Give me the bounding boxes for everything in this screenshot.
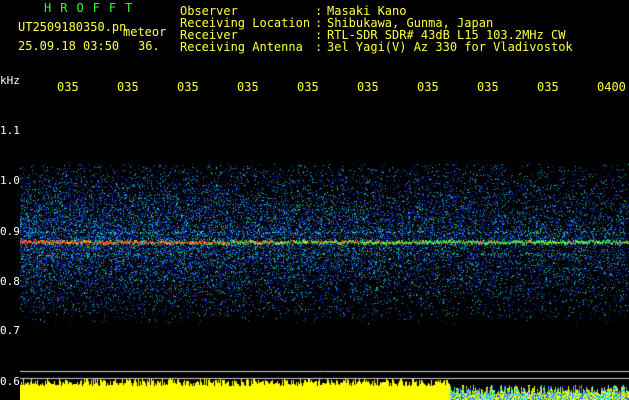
x-tick-7: 035	[417, 80, 439, 94]
y-tick-0-9: 0.9	[0, 225, 20, 238]
info-value-antenna: 3el Yagi(V) Az 330 for Vladivostok	[327, 40, 573, 54]
meteor-count: 36.	[138, 39, 160, 53]
timestamp: 25.09.18 03:50	[18, 39, 120, 53]
x-tick-9: 035	[537, 80, 559, 94]
y-tick-1-0: 1.0	[0, 174, 20, 187]
y-tick-0-7: 0.7	[0, 324, 20, 337]
x-tick-6: 035	[357, 80, 379, 94]
x-tick-4: 035	[237, 80, 259, 94]
x-tick-3: 035	[177, 80, 199, 94]
x-tick-2: 035	[117, 80, 139, 94]
app-title: HROFFT	[44, 1, 142, 15]
y-tick-0-8: 0.8	[0, 275, 20, 288]
x-tick-10: 0400	[597, 80, 626, 94]
file-name: UT2509180350.pn	[18, 20, 127, 34]
spectrogram-plot	[20, 94, 629, 400]
meteor-label: meteor	[123, 25, 167, 39]
y-tick-0-6: 0.6	[0, 375, 20, 388]
info-key-antenna: Receiving Antenna	[180, 40, 303, 54]
y-axis-unit: kHz	[0, 74, 20, 87]
info-sep-antenna: :	[315, 40, 323, 54]
x-tick-8: 035	[477, 80, 499, 94]
spectrogram-canvas	[20, 94, 629, 400]
x-tick-1: 035	[57, 80, 79, 94]
x-tick-5: 035	[297, 80, 319, 94]
y-tick-1-1: 1.1	[0, 124, 20, 137]
